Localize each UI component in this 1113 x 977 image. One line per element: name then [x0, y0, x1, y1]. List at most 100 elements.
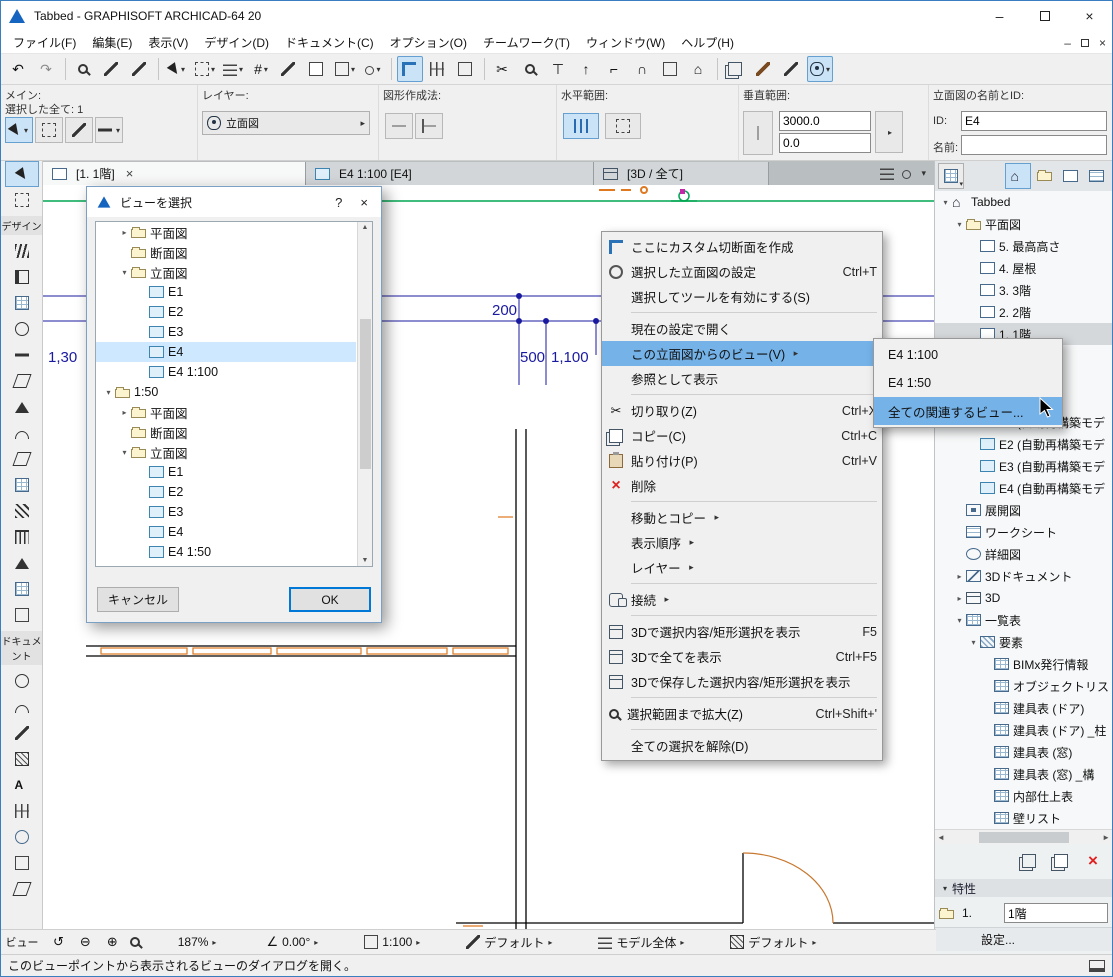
- dimension-button[interactable]: [425, 56, 451, 82]
- detail-tool[interactable]: [5, 824, 39, 850]
- scroll-right-icon[interactable]: ►: [1102, 833, 1110, 842]
- roof-tool[interactable]: [5, 394, 39, 420]
- minimize-button[interactable]: –: [977, 1, 1022, 31]
- new-folder-button[interactable]: [1050, 851, 1072, 871]
- nav-story-2[interactable]: 2. 2階: [935, 301, 1112, 323]
- find-select-button[interactable]: [71, 56, 97, 82]
- view-item-sections-group-2[interactable]: 断面図: [96, 422, 356, 442]
- cancel-button[interactable]: キャンセル: [97, 587, 179, 612]
- menu-show-saved-selection-in-3d[interactable]: 3Dで保存した選択内容/矩形選択を表示: [602, 669, 882, 694]
- railing-tool[interactable]: [5, 524, 39, 550]
- zoom-in-button[interactable]: ⊕: [97, 930, 124, 954]
- view-item-e4[interactable]: E4: [96, 342, 356, 362]
- menu-connect[interactable]: 接続▸: [602, 587, 882, 612]
- nav-schedule-interior-finish[interactable]: 内部仕上表: [935, 785, 1112, 807]
- tab-pin-icon[interactable]: [902, 170, 911, 179]
- vertical-range-button[interactable]: [743, 111, 773, 155]
- dialog-close-button[interactable]: ×: [360, 195, 368, 210]
- zoom-select-button[interactable]: [518, 56, 544, 82]
- submenu-all-related-views[interactable]: 全ての関連するビュー...: [874, 397, 1062, 425]
- fit-window-button[interactable]: [453, 56, 479, 82]
- view-item-1-50-group[interactable]: ▾1:50: [96, 382, 356, 402]
- limited-range-button[interactable]: [605, 113, 641, 139]
- main-marquee-button[interactable]: [35, 117, 63, 143]
- menu-show-selection-in-3d[interactable]: 3Dで選択内容/矩形選択を表示F5: [602, 619, 882, 644]
- nav-elevation-e3[interactable]: E3 (自動再構築モデ: [935, 455, 1112, 477]
- view-item-floorplan-group-2[interactable]: ▸平面図: [96, 402, 356, 422]
- zoom-history-back-button[interactable]: ↺: [43, 930, 70, 954]
- menu-deselect-all[interactable]: 全ての選択を解除(D): [602, 733, 882, 758]
- layer-combo[interactable]: 立面図 ▸: [202, 111, 370, 135]
- view-map-button[interactable]: [1031, 163, 1057, 189]
- view-item-e1-2[interactable]: E1: [96, 462, 356, 482]
- view-item-e4-2[interactable]: E4: [96, 522, 356, 542]
- nav-schedule-windows[interactable]: 建具表 (窓): [935, 741, 1112, 763]
- inject-parameters-button[interactable]: [127, 56, 153, 82]
- menu-edit[interactable]: 編集(E): [84, 31, 140, 53]
- menu-view[interactable]: 表示(V): [140, 31, 196, 53]
- figure-tool[interactable]: [5, 876, 39, 902]
- view-item-sections-group[interactable]: 断面図: [96, 242, 356, 262]
- intersect-button[interactable]: ⌐: [602, 56, 628, 82]
- publisher-button[interactable]: [1083, 163, 1109, 189]
- marquee-tool[interactable]: [5, 187, 39, 213]
- view-item-elevations-group[interactable]: ▾立面図: [96, 262, 356, 282]
- marquee-tool-button[interactable]: ▾: [192, 56, 218, 82]
- menu-show-as-reference[interactable]: 参照として表示: [602, 366, 882, 391]
- orientation-button[interactable]: ∠0.00°▸: [256, 930, 324, 954]
- zoom-out-button[interactable]: ⊖: [70, 930, 97, 954]
- menu-views-from-elevation[interactable]: この立面図からのビュー(V)▸: [602, 341, 882, 366]
- scrollbar-thumb[interactable]: [979, 832, 1069, 843]
- optimal-zoom-button[interactable]: [124, 930, 146, 954]
- nav-story-5[interactable]: 5. 最高高さ: [935, 235, 1112, 257]
- nav-3d-documents[interactable]: ▸3Dドキュメント: [935, 565, 1112, 587]
- save-view-button[interactable]: [1018, 851, 1040, 871]
- show-hide-button[interactable]: ▾: [807, 56, 833, 82]
- main-selection-button[interactable]: ▾: [5, 117, 33, 143]
- submenu-e4-1-50[interactable]: E4 1:50: [874, 369, 1062, 397]
- maximize-button[interactable]: [1022, 1, 1067, 31]
- project-chooser-button[interactable]: ▾: [938, 163, 964, 189]
- arrow-tool-button[interactable]: ▾: [164, 56, 190, 82]
- vertical-top-field[interactable]: [779, 111, 871, 131]
- morph-tool[interactable]: [5, 446, 39, 472]
- menu-layers[interactable]: レイヤー▸: [602, 555, 882, 580]
- zoom-level-button[interactable]: 187%▸: [168, 930, 223, 954]
- element-snap-button[interactable]: ▾: [332, 56, 358, 82]
- view-item-floorplan-group[interactable]: ▸平面図: [96, 222, 356, 242]
- nav-interior-elevations[interactable]: 展開図: [935, 499, 1112, 521]
- dialog-title-bar[interactable]: ビューを選択 ? ×: [87, 187, 381, 217]
- story-name-field[interactable]: [1004, 903, 1108, 923]
- tab-floor-plan[interactable]: [1. 1階] ×: [43, 162, 306, 185]
- adjust-button[interactable]: ↑: [574, 56, 600, 82]
- stretch-button[interactable]: ⌂: [686, 56, 712, 82]
- doc-restore-icon[interactable]: [1081, 39, 1089, 47]
- menu-design[interactable]: デザイン(D): [196, 31, 277, 53]
- vertical-range-spinner[interactable]: ▸: [875, 111, 903, 153]
- grid-snap-button[interactable]: #▾: [248, 56, 274, 82]
- nav-details[interactable]: 詳細図: [935, 543, 1112, 565]
- nav-schedule-windows-2[interactable]: 建具表 (窓) _構: [935, 763, 1112, 785]
- view-item-e2-2[interactable]: E2: [96, 482, 356, 502]
- view-item-e3[interactable]: E3: [96, 322, 356, 342]
- project-map-button[interactable]: [1005, 163, 1031, 189]
- menu-window[interactable]: ウィンドウ(W): [578, 31, 673, 53]
- layout-book-button[interactable]: [1057, 163, 1083, 189]
- undo-button[interactable]: ↶: [6, 56, 32, 82]
- submenu-e4-1-100[interactable]: E4 1:100: [874, 341, 1062, 369]
- circle-tool[interactable]: [5, 668, 39, 694]
- menu-paste[interactable]: 貼り付け(P)Ctrl+V: [602, 448, 882, 473]
- menu-elevation-settings[interactable]: 選択した立面図の設定Ctrl+T: [602, 259, 882, 284]
- nav-schedule-bimx[interactable]: BIMx発行情報: [935, 653, 1112, 675]
- scroll-up-icon[interactable]: ▲: [362, 224, 369, 231]
- geometry-single-button[interactable]: [385, 113, 413, 139]
- view-item-e1[interactable]: E1: [96, 282, 356, 302]
- arrow-tool[interactable]: [5, 161, 39, 187]
- view-item-elevations-group-2[interactable]: ▾立面図: [96, 442, 356, 462]
- dialog-scrollbar[interactable]: ▲ ▼: [357, 222, 372, 566]
- dialog-help-button[interactable]: ?: [335, 195, 342, 210]
- dimension-tool[interactable]: [5, 798, 39, 824]
- door-tool[interactable]: [5, 264, 39, 290]
- menu-display-order[interactable]: 表示順序▸: [602, 530, 882, 555]
- object-tool[interactable]: [5, 602, 39, 628]
